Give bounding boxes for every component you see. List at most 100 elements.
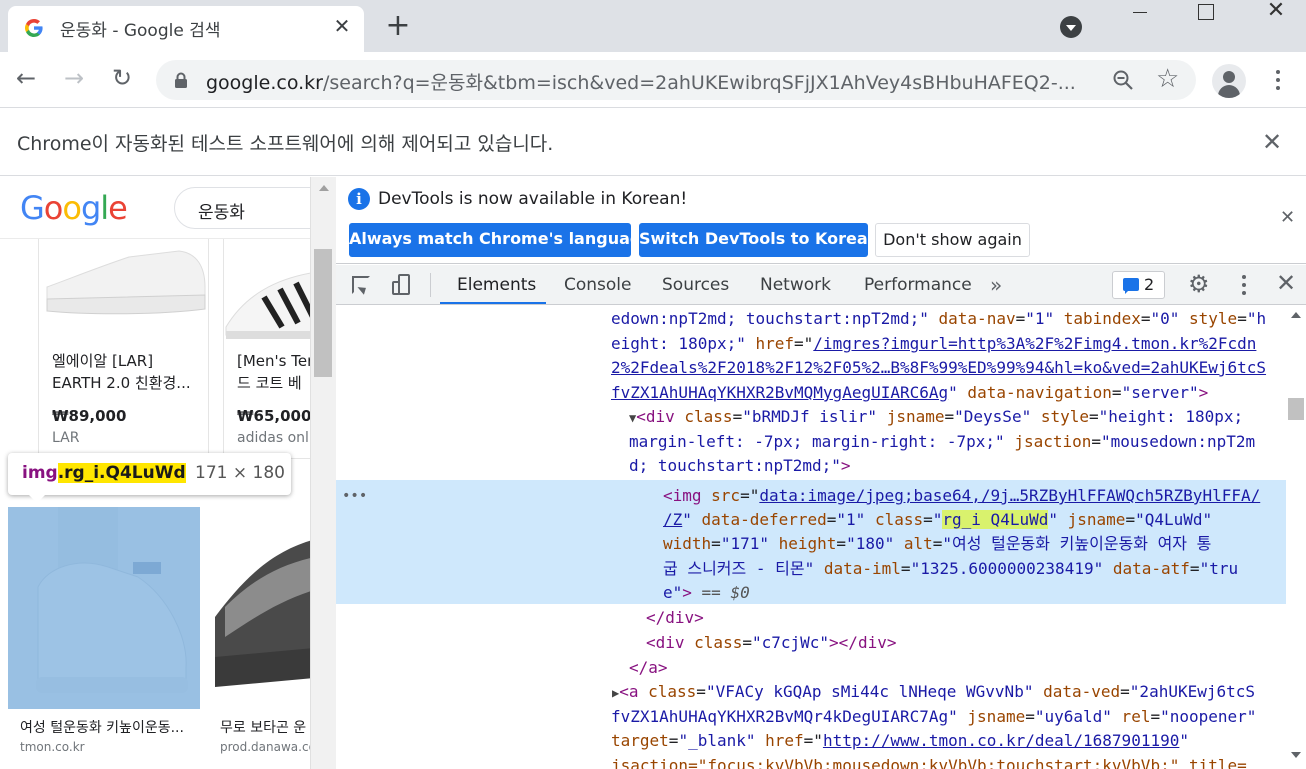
tab-strip: 운동화 - Google 검색 ✕ + ✕ (0, 0, 1306, 52)
banner-close-icon[interactable]: ✕ (1280, 207, 1295, 228)
active-tab-indicator (440, 302, 546, 304)
lock-icon (175, 72, 187, 88)
window-minimize-icon[interactable] (1130, 2, 1150, 22)
page-viewport: Google 운동화 엘에이알 [LAR] EARTH 2.0 친환경... ₩… (0, 177, 310, 769)
adidas-sneaker-image (224, 227, 310, 343)
selected-node-marker: == $0 (691, 583, 750, 602)
dont-show-again-button[interactable]: Don't show again (875, 223, 1030, 257)
src-link[interactable]: /Z (663, 510, 682, 529)
devtools-panel: i DevTools is now available in Korean! ✕… (336, 177, 1306, 769)
address-bar[interactable]: google.co.kr/search?q=운동화&tbm=isch&ved=2… (156, 60, 1196, 100)
product-source: adidas onl (237, 430, 309, 446)
devtools-close-icon[interactable]: ✕ (1276, 269, 1296, 297)
page-scrollbar[interactable] (310, 177, 336, 769)
code-line: target="_blank" href="http://www.tmon.co… (611, 731, 1189, 750)
product-title: 엘에이알 [LAR] (52, 352, 154, 370)
tab-performance[interactable]: Performance (864, 275, 972, 295)
inspect-element-icon[interactable] (352, 276, 370, 294)
href-link[interactable]: fvZX1AhUHAqYKHXR2BvMQMygAegUIARC6Ag (611, 383, 948, 402)
href-link[interactable]: http://www.tmon.co.kr/deal/1687901190 (823, 731, 1179, 750)
automation-infobar: Chrome이 자동화된 테스트 소프트웨어에 의해 제어되고 있습니다. ✕ (0, 108, 1306, 176)
scroll-up-arrow-icon[interactable] (1291, 312, 1301, 318)
code-line: </div> (646, 608, 704, 627)
scroll-down-arrow-icon[interactable] (1291, 752, 1301, 758)
code-line: ▶<a class="VFACy kGQAp sMi44c lNHeqe WGv… (612, 682, 1256, 701)
window-close-icon[interactable]: ✕ (1264, 0, 1288, 23)
devtools-menu-icon[interactable] (1236, 273, 1252, 297)
code-line: e"> == $0 (663, 583, 750, 602)
new-tab-plus-icon[interactable]: + (384, 11, 412, 41)
href-link[interactable]: 2%2Fdeals%2F2018%2F12%2F05%2…B%8F%99%ED%… (611, 358, 1266, 377)
zoom-magnifier-icon[interactable] (1111, 68, 1135, 92)
product-price: ₩89,000 (52, 407, 127, 425)
search-query: 운동화 (198, 203, 245, 223)
code-line: /Z" data-deferred="1" class="rg_i Q4LuWd… (663, 510, 1213, 529)
issues-message-icon (1123, 278, 1139, 294)
code-line: <img src="data:image/jpeg;base64,/9j…5RZ… (663, 486, 1261, 505)
code-line: fvZX1AhUHAqYKHXR2BvMQr4kDegUIARC7Ag" jsn… (611, 707, 1257, 726)
product-card[interactable]: 엘에이알 [LAR] EARTH 2.0 친환경... ₩89,000 LAR (38, 227, 209, 459)
tab-elements[interactable]: Elements (457, 275, 536, 295)
infobar-close-icon[interactable]: ✕ (1262, 128, 1282, 156)
banner-text: DevTools is now available in Korean! (378, 189, 688, 209)
info-icon: i (348, 188, 370, 210)
tab-console[interactable]: Console (564, 275, 632, 295)
settings-gear-icon[interactable]: ⚙ (1188, 270, 1210, 298)
tooltip-selector: img.rg_i.Q4LuWd (22, 463, 186, 483)
google-search-box[interactable]: 운동화 (174, 187, 310, 229)
tab-close-icon[interactable]: ✕ (330, 14, 354, 38)
white-sneaker-image (39, 227, 208, 335)
product-card[interactable]: [Men's Ter 드 코트 베 ₩65,000 adidas onl (223, 227, 310, 459)
infobar-text: Chrome이 자동화된 테스트 소프트웨어에 의해 제어되고 있습니다. (17, 133, 554, 155)
browser-tab[interactable]: 운동화 - Google 검색 ✕ (8, 6, 364, 52)
inspect-tooltip: img.rg_i.Q4LuWd 171 × 180 (8, 453, 291, 503)
scrollbar-thumb[interactable] (314, 249, 332, 377)
product-source: LAR (52, 430, 80, 446)
device-toolbar-icon[interactable] (392, 274, 412, 296)
scrollbar-thumb[interactable] (1288, 398, 1304, 420)
elements-scrollbar[interactable] (1286, 306, 1306, 769)
tooltip-size: 171 × 180 (195, 463, 285, 483)
profile-avatar-icon[interactable] (1212, 64, 1246, 98)
tab-search-icon[interactable] (1060, 16, 1082, 38)
result-image-chunky-sneaker[interactable] (215, 507, 310, 709)
tooltip-class: .rg_i.Q4LuWd (57, 463, 186, 483)
url-path: /search?q=운동화&tbm=isch&ved=2ahUKEwibrqSF… (322, 72, 1076, 94)
url-text[interactable]: google.co.kr/search?q=운동화&tbm=isch&ved=2… (206, 68, 1086, 95)
code-line: edown:npT2md; touchstart:npT2md;" data-n… (611, 309, 1267, 328)
switch-to-korean-button[interactable]: Switch DevTools to Korean (639, 223, 879, 257)
always-match-language-button[interactable]: Always match Chrome's language (349, 223, 652, 257)
tab-network[interactable]: Network (760, 275, 831, 295)
reload-icon[interactable]: ↻ (108, 64, 136, 92)
browser-toolbar: ← → ↻ google.co.kr/search?q=운동화&tbm=isch… (0, 52, 1306, 108)
code-line: 2%2Fdeals%2F2018%2F12%2F05%2…B%8F%99%ED%… (611, 356, 1266, 381)
forward-arrow-icon[interactable]: → (60, 64, 88, 92)
more-tabs-chevron-icon[interactable]: » (990, 273, 1002, 297)
elements-tree[interactable]: ••• edown:npT2md; touchstart:npT2md;" da… (336, 306, 1286, 769)
bookmark-star-icon[interactable]: ☆ (1156, 64, 1179, 94)
src-link[interactable]: data:image/jpeg;base64,/9j…5RZByHlFFAWQc… (759, 486, 1260, 505)
devtools-tabbar: Elements Console Sources Network Perform… (336, 265, 1306, 305)
code-line: jsaction="focus:kvVbVb;mousedown:kvVbVb;… (611, 756, 1247, 769)
language-banner: i DevTools is now available in Korean! ✕… (336, 177, 1306, 264)
inspect-highlight-overlay (8, 507, 200, 709)
node-menu-dots-icon[interactable]: ••• (342, 484, 367, 509)
chrome-menu-icon[interactable] (1268, 66, 1288, 94)
tab-sources[interactable]: Sources (662, 275, 729, 295)
product-title: [Men's Ter (237, 352, 310, 370)
code-line: d; touchstart:npT2md;"> (629, 456, 851, 475)
href-link[interactable]: /imgres?imgurl=http%3A%2F%2Fimg4.tmon.kr… (813, 334, 1256, 353)
code-line: fvZX1AhUHAqYKHXR2BvMQMygAegUIARC6Ag" dat… (611, 383, 1209, 402)
result-title[interactable]: 무로 보타곤 운 (220, 717, 310, 737)
window-maximize-icon[interactable] (1198, 4, 1214, 20)
result-title[interactable]: 여성 털운동화 키높이운동... (20, 717, 195, 737)
toolbar-divider (430, 273, 431, 297)
code-line: width="171" height="180" alt="여성 털운동화 키높… (663, 534, 1212, 553)
url-host: google.co.kr (206, 72, 323, 94)
issues-button[interactable]: 2 (1112, 271, 1165, 299)
scroll-up-arrow-icon[interactable] (319, 185, 329, 191)
code-line: <div class="c7cjWc"></div> (646, 633, 897, 652)
tooltip-tag: img (22, 463, 58, 483)
google-logo[interactable]: Google (20, 189, 128, 227)
back-arrow-icon[interactable]: ← (12, 64, 40, 92)
